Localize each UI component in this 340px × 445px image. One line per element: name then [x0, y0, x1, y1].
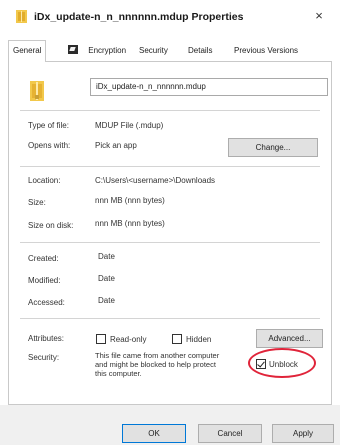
- modified-value: Date: [98, 274, 115, 283]
- created-value: Date: [98, 252, 115, 261]
- accessed-value: Date: [98, 296, 115, 305]
- ok-button[interactable]: OK: [122, 424, 186, 443]
- advanced-button-label: Advanced...: [268, 334, 311, 343]
- opens-with-label: Opens with:: [28, 141, 71, 150]
- read-only-label: Read-only: [110, 335, 147, 344]
- encryption-icon: [68, 45, 78, 54]
- change-button[interactable]: Change...: [228, 138, 318, 157]
- hidden-checkbox[interactable]: [172, 334, 182, 344]
- security-message-line: and might be blocked to help protect: [95, 360, 216, 369]
- read-only-checkbox[interactable]: [96, 334, 106, 344]
- location-label: Location:: [28, 176, 61, 185]
- size-on-disk-label: Size on disk:: [28, 221, 74, 230]
- security-message-line: This file came from another computer: [95, 352, 220, 360]
- tab-general[interactable]: General: [8, 40, 47, 62]
- size-value: nnn MB (nnn bytes): [95, 196, 165, 205]
- apply-button[interactable]: Apply: [272, 424, 334, 443]
- close-button[interactable]: ×: [310, 7, 328, 25]
- modified-label: Modified:: [28, 276, 61, 285]
- attributes-label: Attributes:: [28, 334, 65, 343]
- apply-button-label: Apply: [292, 429, 313, 438]
- tab-strip: General Encryption Security Details Prev…: [8, 40, 332, 62]
- tab-label: General: [13, 46, 42, 55]
- location-value: C:\Users\<username>\Downloads: [95, 176, 216, 185]
- type-label: Type of file:: [28, 121, 69, 130]
- divider: [20, 110, 320, 111]
- divider: [20, 318, 320, 319]
- ok-button-label: OK: [148, 429, 160, 438]
- cancel-button-label: Cancel: [217, 429, 243, 438]
- unblock-label: Unblock: [269, 360, 298, 369]
- size-label: Size:: [28, 198, 46, 207]
- window-title: iDx_update-n_n_nnnnnn.mdup Properties: [34, 11, 244, 23]
- tab-security[interactable]: Security: [135, 43, 172, 61]
- divider: [20, 166, 320, 167]
- accessed-label: Accessed:: [28, 298, 65, 307]
- security-message: This file came from another computer and…: [95, 352, 273, 378]
- close-icon: ×: [315, 8, 323, 23]
- security-label: Security:: [28, 353, 60, 362]
- file-name-input[interactable]: iDx_update-n_n_nnnnnn.mdup: [90, 78, 328, 96]
- tab-label: Security: [139, 46, 168, 55]
- tab-label: Previous Versions: [234, 46, 299, 55]
- change-button-label: Change...: [255, 143, 291, 152]
- title-bar: iDx_update-n_n_nnnnnn.mdup Properties ×: [0, 0, 340, 34]
- type-value: MDUP File (.mdup): [95, 121, 164, 130]
- file-icon: [16, 10, 27, 23]
- tab-label: Details: [188, 46, 213, 55]
- tab-previous-versions[interactable]: Previous Versions: [230, 43, 302, 61]
- unblock-checkbox[interactable]: [256, 359, 266, 369]
- cancel-button[interactable]: Cancel: [198, 424, 262, 443]
- file-name-value: iDx_update-n_n_nnnnnn.mdup: [96, 82, 206, 91]
- opens-with-value: Pick an app: [95, 141, 137, 150]
- created-label: Created:: [28, 254, 59, 263]
- advanced-button[interactable]: Advanced...: [256, 329, 323, 348]
- security-message-line: this computer.: [95, 369, 142, 378]
- divider: [20, 242, 320, 243]
- size-on-disk-value: nnn MB (nnn bytes): [95, 219, 165, 228]
- hidden-label: Hidden: [186, 335, 212, 344]
- tab-label: Encryption: [88, 46, 127, 55]
- tab-encryption[interactable]: Encryption: [64, 43, 130, 61]
- file-icon: [30, 81, 44, 101]
- tab-details[interactable]: Details: [184, 43, 216, 61]
